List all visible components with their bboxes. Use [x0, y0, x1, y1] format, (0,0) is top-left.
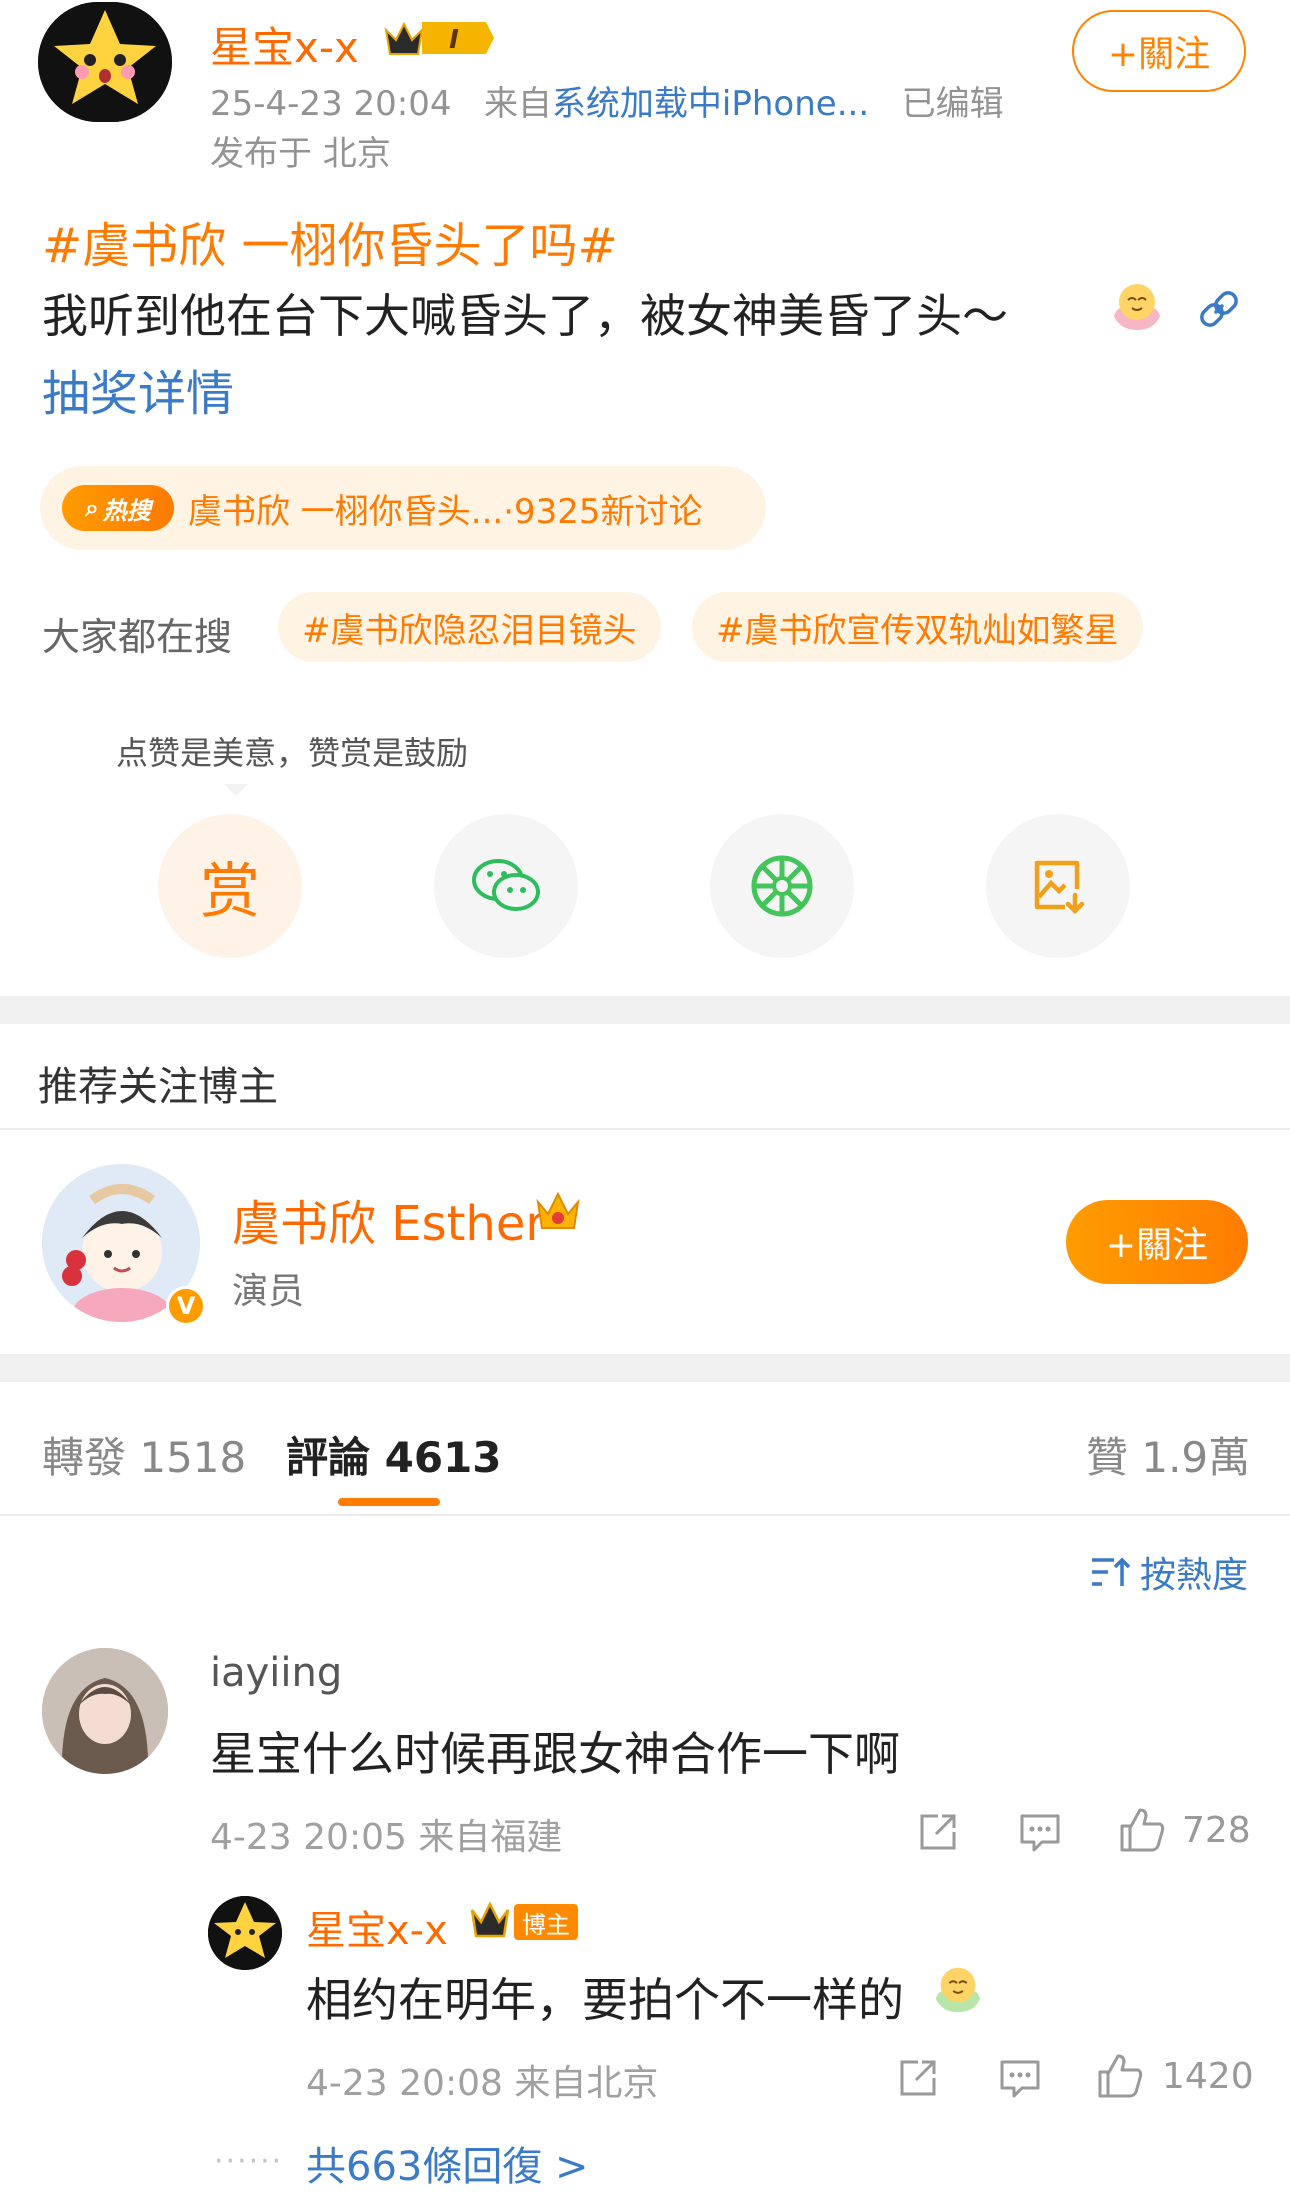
recommend-title: 推荐关注博主	[38, 1064, 278, 1110]
save-image-button[interactable]	[986, 814, 1130, 958]
post-source[interactable]: 系统加载中iPhone...	[552, 84, 869, 124]
author-avatar[interactable]	[38, 2, 172, 122]
follow-recommend-button[interactable]: +關注	[1066, 1200, 1248, 1284]
comment-text: 星宝什么时候再跟女神合作一下啊	[210, 1727, 900, 1781]
source-prefix: 来自	[483, 84, 552, 124]
reward-hint: 点赞是美意，赞赏是鼓励	[116, 734, 469, 772]
level-badge-text: I	[449, 25, 459, 55]
reply-text: 相约在明年，要拍个不一样的	[306, 1973, 904, 2027]
search-tag[interactable]: #虞书欣隐忍泪目镜头	[278, 592, 661, 662]
follow-button[interactable]: +關注	[1072, 10, 1246, 92]
post-location: 发布于 北京	[210, 134, 391, 174]
hot-search-text: 虞书欣 一栩你昏头...·9325新讨论	[188, 491, 703, 532]
like-icon[interactable]	[1118, 1806, 1166, 1854]
sort-icon	[1092, 1557, 1130, 1586]
more-replies-link[interactable]: 共663條回復 >	[306, 2134, 589, 2192]
search-icon: ⌕	[85, 494, 99, 522]
post-meta: 25-4-23 20:04 来自系统加载中iPhone... 已编辑	[210, 76, 1004, 125]
reply-author[interactable]: 星宝x-x	[306, 1898, 448, 1956]
verified-badge: V	[166, 1286, 206, 1326]
reward-button[interactable]: 赏	[158, 814, 302, 958]
recommend-role: 演员	[232, 1271, 305, 1312]
lotus-emoji-icon	[1108, 276, 1166, 334]
thread-dots: ······	[214, 2144, 284, 2179]
comment-meta: 4-23 20:05 来自福建	[210, 1817, 563, 1858]
post-timestamp: 25-4-23 20:04	[210, 84, 452, 124]
wechat-share-button[interactable]	[434, 814, 578, 958]
commenter-avatar[interactable]	[42, 1648, 168, 1774]
moments-icon	[751, 855, 813, 917]
sort-button[interactable]: 按熱度	[1090, 1546, 1248, 1598]
crown-icon	[534, 1190, 582, 1234]
author-name[interactable]: 星宝x-x	[210, 14, 359, 75]
section-divider	[0, 1354, 1290, 1382]
reply-icon[interactable]	[1018, 1810, 1062, 1854]
wechat-icon	[472, 859, 540, 911]
level-badge: I	[382, 16, 498, 60]
reply-avatar[interactable]	[208, 1896, 282, 1970]
comment-like-count: 728	[1182, 1810, 1251, 1851]
moments-share-button[interactable]	[710, 814, 854, 958]
hint-pointer	[224, 784, 248, 796]
reward-char: 赏	[200, 856, 260, 927]
reply-icon[interactable]	[998, 2056, 1042, 2100]
lottery-details-link[interactable]: 抽奖详情	[42, 354, 234, 424]
tab-comments[interactable]: 評論 4613	[286, 1424, 502, 1485]
edited-label[interactable]: 已编辑	[902, 84, 1004, 124]
reply-meta: 4-23 20:08 来自北京	[306, 2063, 659, 2104]
recommend-name[interactable]: 虞书欣 Esther	[232, 1184, 545, 1254]
everyone-searching-label: 大家都在搜	[42, 615, 233, 659]
hot-search-pill[interactable]: ⌕ 热搜 虞书欣 一栩你昏头...·9325新讨论	[40, 466, 766, 550]
tab-likes[interactable]: 贊 1.9萬	[1086, 1424, 1250, 1485]
hot-search-badge-label: 热搜	[102, 496, 151, 525]
tab-active-indicator	[338, 1498, 440, 1506]
search-tag[interactable]: #虞书欣宣传双轨灿如繁星	[692, 592, 1143, 662]
post-text: 我听到他在台下大喊昏头了，被女神美昏了头～	[42, 289, 1008, 343]
lotus-emoji-icon	[930, 1960, 986, 2016]
commenter-name[interactable]: iayiing	[210, 1650, 342, 1696]
divider	[0, 1514, 1290, 1516]
crown-icon	[468, 1898, 512, 1942]
section-divider	[0, 996, 1290, 1024]
hot-search-badge: ⌕ 热搜	[62, 485, 174, 531]
divider	[0, 1128, 1290, 1130]
like-icon[interactable]	[1096, 2052, 1144, 2100]
save-image-icon	[1034, 860, 1085, 915]
sort-label: 按熱度	[1140, 1555, 1249, 1596]
reply-like-count: 1420	[1162, 2056, 1254, 2097]
tab-repost[interactable]: 轉發 1518	[42, 1424, 246, 1485]
share-icon[interactable]	[896, 2056, 940, 2100]
link-icon[interactable]	[1196, 286, 1242, 332]
topic-hashtag[interactable]: #虞书欣 一栩你昏头了吗#	[42, 206, 618, 276]
host-badge: 博主	[514, 1904, 578, 1940]
share-icon[interactable]	[916, 1810, 960, 1854]
